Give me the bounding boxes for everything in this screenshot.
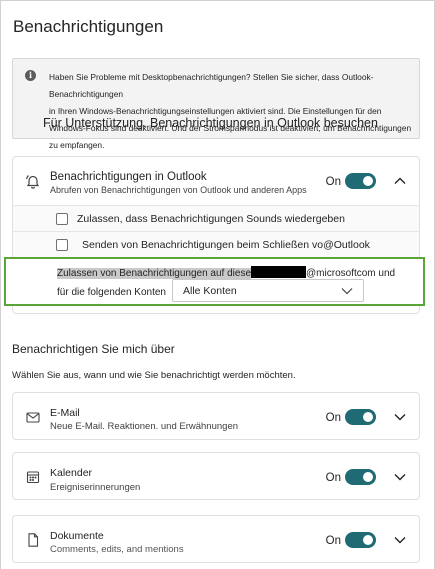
sounds-checkbox[interactable] <box>56 213 68 225</box>
calendar-toggle[interactable] <box>345 469 376 485</box>
accounts-dropdown[interactable]: Alle Konten <box>172 279 364 302</box>
settings-panel: Benachrichtigungen i Haben Sie Probleme … <box>0 0 435 569</box>
document-icon <box>28 533 39 547</box>
calendar-subtitle: Ereigniserinnerungen <box>50 482 141 493</box>
document-subtitle: Comments, edits, and mentions <box>50 544 184 555</box>
sounds-option-row: Zulassen, dass Benachrichtigungen Sounds… <box>13 205 419 231</box>
mail-toggle-label: On <box>325 412 341 424</box>
toggle-knob <box>363 176 373 186</box>
document-notifications-card[interactable]: Dokumente Comments, edits, and mentions … <box>12 515 420 563</box>
info-icon: i <box>25 70 36 81</box>
toggle-knob <box>363 472 373 482</box>
chevron-down-icon <box>341 288 353 295</box>
notify-section-description: Wählen Sie aus, wann und wie Sie benachr… <box>12 370 296 381</box>
chevron-down-icon[interactable] <box>393 411 407 423</box>
notification-bell-icon <box>25 175 40 189</box>
calendar-icon <box>26 471 40 484</box>
chevron-down-icon[interactable] <box>393 534 407 546</box>
mail-toggle[interactable] <box>345 409 376 425</box>
calendar-toggle-label: On <box>325 472 341 484</box>
info-banner: i Haben Sie Probleme mit Desktopbenachri… <box>12 58 420 150</box>
chevron-up-icon[interactable] <box>393 175 407 187</box>
outlook-notifications-header[interactable]: Benachrichtigungen in Outlook Abrufen vo… <box>13 157 419 205</box>
document-toggle-label: On <box>325 535 341 547</box>
mail-title: E-Mail <box>50 407 80 419</box>
info-line-1: Haben Sie Probleme mit Desktopbenachrich… <box>49 72 374 99</box>
page-title: Benachrichtigungen <box>13 17 164 36</box>
outlook-toggle-label: On <box>325 176 341 188</box>
document-title: Dokumente <box>50 530 104 542</box>
support-link[interactable]: Für Unterstützung. Benachrichtigungen in… <box>43 116 378 130</box>
close-label: Senden von Benachrichtigungen beim Schli… <box>82 239 370 251</box>
close-checkbox[interactable] <box>56 239 68 251</box>
toggle-knob <box>363 412 373 422</box>
account-allow-text: Zulassen von Benachrichtigungen auf dies… <box>57 266 395 279</box>
outlook-notifications-title: Benachrichtigungen in Outlook <box>50 171 207 183</box>
outlook-notifications-toggle[interactable] <box>345 173 376 189</box>
calendar-notifications-card[interactable]: Kalender Ereigniserinnerungen On <box>12 452 420 500</box>
redacted-account <box>251 266 307 278</box>
accounts-dropdown-value: Alle Konten <box>183 285 237 297</box>
calendar-title: Kalender <box>50 467 93 479</box>
notify-section-title: Benachrichtigen Sie mich über <box>12 342 175 356</box>
sounds-label: Zulassen, dass Benachrichtigungen Sounds… <box>77 213 345 225</box>
mail-icon <box>26 412 40 423</box>
chevron-down-icon[interactable] <box>393 471 407 483</box>
account-allow-suffix: @microsoftcom und <box>306 268 396 279</box>
document-toggle[interactable] <box>345 532 376 548</box>
accounts-label: für die folgenden Konten <box>57 287 166 298</box>
toggle-knob <box>363 535 373 545</box>
close-option-row: Senden von Benachrichtigungen beim Schli… <box>13 231 419 257</box>
account-notifications-row: Zulassen von Benachrichtigungen auf dies… <box>4 257 425 306</box>
outlook-notifications-subtitle: Abrufen von Benachrichtigungen von Outlo… <box>50 185 307 195</box>
info-text: Haben Sie Probleme mit Desktopbenachrich… <box>49 69 413 154</box>
mail-subtitle: Neue E-Mail. Reaktionen. und Erwähnungen <box>50 421 239 432</box>
mail-notifications-card[interactable]: E-Mail Neue E-Mail. Reaktionen. und Erwä… <box>12 392 420 440</box>
account-allow-prefix: Zulassen von Benachrichtigungen auf dies… <box>57 268 252 279</box>
